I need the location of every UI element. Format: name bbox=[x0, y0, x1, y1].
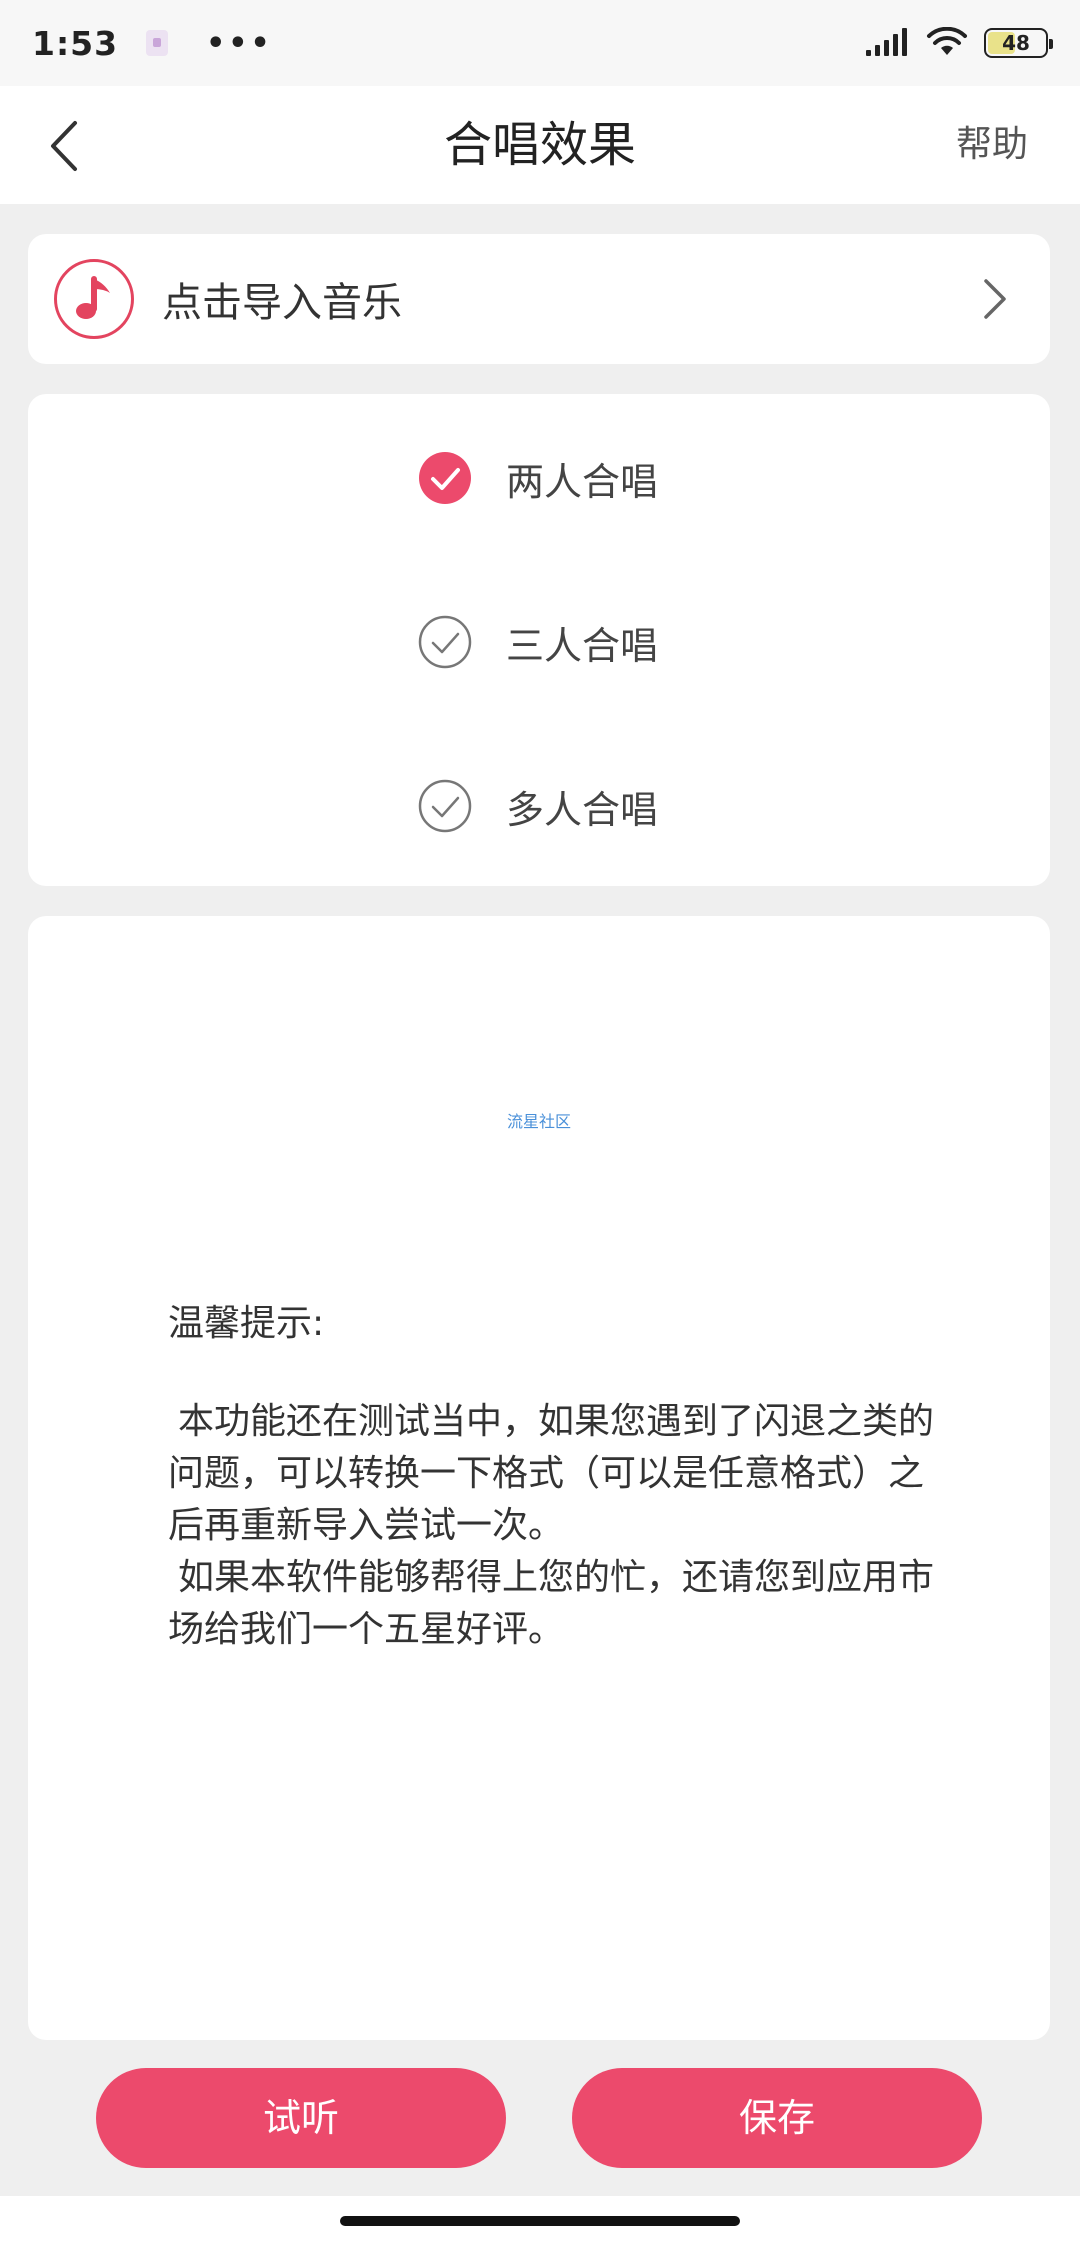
chevron-right-icon bbox=[984, 279, 1006, 319]
status-bar: 1:53 ••• 48 bbox=[0, 0, 1080, 86]
tip-paragraph: 本功能还在测试当中，如果您遇到了闪退之类的问题，可以转换一下格式（可以是任意格式… bbox=[168, 1401, 935, 1546]
watermark-text: 流星社区 bbox=[506, 1112, 571, 1131]
page-title: 合唱效果 bbox=[443, 117, 636, 173]
option-multi-person[interactable]: 多人合唱 bbox=[418, 776, 658, 836]
option-label: 两人合唱 bbox=[506, 459, 659, 504]
option-label: 多人合唱 bbox=[506, 787, 659, 832]
tip-title: 温馨提示: bbox=[168, 1303, 325, 1344]
notification-app-icon bbox=[146, 30, 169, 56]
option-three-person[interactable]: 三人合唱 bbox=[418, 612, 658, 672]
unchecked-circle-icon bbox=[418, 615, 472, 669]
import-music-label: 点击导入音乐 bbox=[162, 280, 402, 326]
info-card: 流星社区 温馨提示: 本功能还在测试当中，如果您遇到了闪退之类的问题，可以转换一… bbox=[28, 916, 1050, 2040]
home-indicator[interactable] bbox=[340, 2216, 740, 2226]
battery-icon: 48 bbox=[984, 28, 1053, 58]
signal-icon bbox=[866, 28, 907, 56]
save-button[interactable]: 保存 bbox=[572, 2068, 982, 2168]
help-button[interactable]: 帮助 bbox=[956, 86, 1028, 204]
unchecked-circle-icon bbox=[418, 779, 472, 833]
status-more-icon: ••• bbox=[206, 25, 273, 61]
option-label: 三人合唱 bbox=[506, 623, 659, 668]
preview-button[interactable]: 试听 bbox=[96, 2068, 506, 2168]
battery-level: 48 bbox=[1002, 31, 1030, 55]
status-time: 1:53 bbox=[32, 23, 119, 63]
status-indicators: 48 bbox=[866, 27, 1053, 59]
tip-paragraph: 如果本软件能够帮得上您的忙，还请您到应用市场给我们一个五星好评。 bbox=[168, 1557, 935, 1650]
chorus-options-card: 两人合唱 三人合唱 多人合唱 bbox=[28, 394, 1050, 886]
music-note-icon bbox=[54, 259, 134, 339]
wifi-icon bbox=[927, 27, 967, 55]
import-music-row[interactable]: 点击导入音乐 bbox=[28, 234, 1050, 364]
tip-body: 本功能还在测试当中，如果您遇到了闪退之类的问题，可以转换一下格式（可以是任意格式… bbox=[168, 1396, 938, 1656]
app-header: 合唱效果 帮助 bbox=[0, 86, 1080, 204]
option-two-person[interactable]: 两人合唱 bbox=[418, 448, 658, 508]
checked-circle-icon bbox=[419, 452, 471, 504]
